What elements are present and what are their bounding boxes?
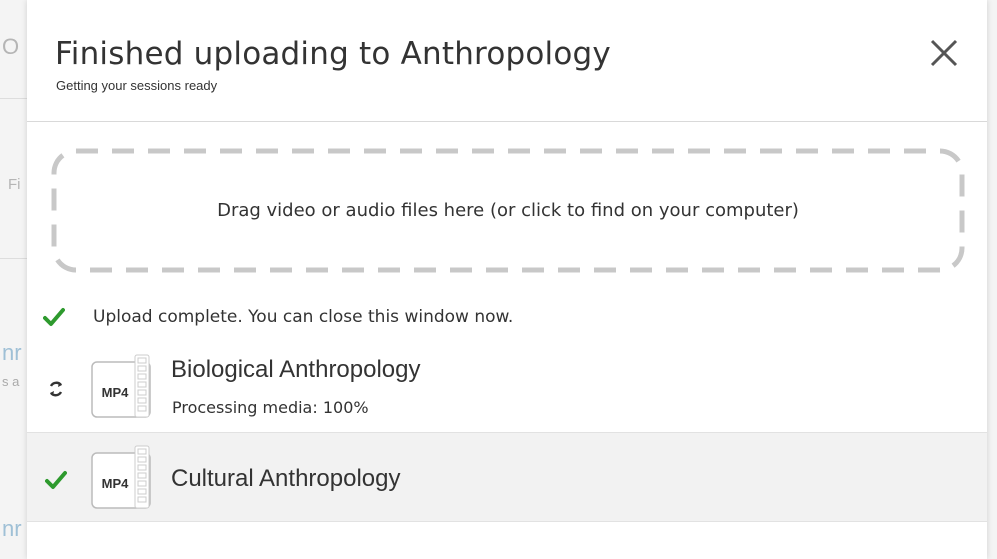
upload-modal: Finished uploading to Anthropology Getti… (27, 0, 987, 559)
file-type-label: MP4 (101, 385, 129, 400)
dropzone-text: Drag video or audio files here (or click… (217, 200, 799, 221)
file-name: Biological Anthropology (171, 356, 421, 383)
refresh-icon (49, 381, 63, 397)
modal-subtitle: Getting your sessions ready (56, 78, 218, 93)
background-fragment: O (2, 34, 20, 59)
file-progress-text: Processing media: 100% (172, 398, 369, 417)
background-fragment: Fi (8, 176, 21, 193)
close-icon (930, 39, 958, 67)
background-divider (0, 98, 27, 99)
file-type-label: MP4 (101, 476, 129, 491)
file-list-item: MP4 Cultural Anthropology (27, 432, 987, 522)
file-list-item: MP4 Biological Anthropology Processing m… (27, 344, 987, 432)
upload-status-text: Upload complete. You can close this wind… (93, 307, 514, 327)
background-fragment: nr (2, 340, 22, 365)
mp4-file-icon: MP4 (91, 445, 151, 509)
modal-title: Finished uploading to Anthropology (55, 36, 611, 72)
check-icon (45, 471, 67, 489)
file-dropzone[interactable]: Drag video or audio files here (or click… (51, 148, 965, 273)
file-name: Cultural Anthropology (171, 465, 401, 492)
modal-header: Finished uploading to Anthropology Getti… (27, 0, 987, 122)
check-icon (43, 308, 65, 326)
close-button[interactable] (927, 36, 961, 70)
background-divider (0, 258, 27, 259)
background-fragment: s a (2, 374, 20, 389)
upload-status: Upload complete. You can close this wind… (43, 304, 513, 330)
background-fragment: nr (2, 516, 22, 541)
mp4-file-icon: MP4 (91, 354, 151, 418)
